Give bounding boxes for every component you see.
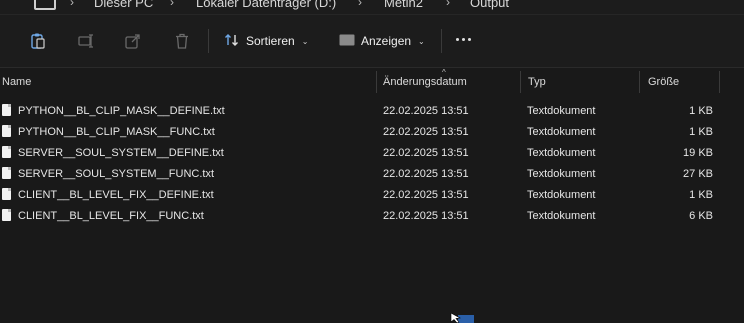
breadcrumb-item-folder[interactable]: Metin2 [384, 0, 423, 10]
chevron-down-icon: ⌄ [301, 36, 309, 46]
file-row[interactable]: CLIENT__BL_LEVEL_FIX__DEFINE.txt 22.02.2… [0, 185, 744, 206]
sort-icon [224, 33, 240, 50]
file-name: CLIENT__BL_LEVEL_FIX__FUNC.txt [18, 210, 204, 222]
file-type: Textdokument [527, 126, 596, 138]
file-date: 22.02.2025 13:51 [383, 105, 469, 117]
file-date: 22.02.2025 13:51 [383, 168, 469, 180]
command-bar: Sortieren ⌄ Anzeigen ⌄ [0, 15, 744, 68]
breadcrumb-item-pc[interactable]: Dieser PC [94, 0, 153, 10]
rename-icon[interactable] [77, 32, 95, 50]
file-size: 1 KB [689, 189, 713, 201]
file-date: 22.02.2025 13:51 [383, 126, 469, 138]
text-file-icon [2, 167, 11, 179]
text-file-icon [2, 104, 11, 116]
file-size: 19 KB [683, 147, 713, 159]
text-file-icon [2, 125, 11, 137]
delete-icon[interactable] [173, 32, 191, 50]
file-size: 6 KB [689, 210, 713, 222]
chevron-down-icon: ⌄ [418, 36, 425, 46]
share-icon[interactable] [124, 32, 142, 50]
mouse-cursor-icon [450, 313, 461, 323]
chevron-right-icon: › [170, 0, 174, 9]
toolbar-divider [441, 29, 442, 53]
file-size: 1 KB [689, 126, 713, 138]
column-divider[interactable] [719, 71, 720, 93]
column-header-type[interactable]: Typ [528, 76, 546, 88]
breadcrumb-item-drive[interactable]: Lokaler Datenträger (D:) [196, 0, 336, 10]
text-file-icon [2, 188, 11, 200]
text-file-icon [2, 146, 11, 158]
file-row[interactable]: CLIENT__BL_LEVEL_FIX__FUNC.txt 22.02.202… [0, 206, 744, 227]
file-type: Textdokument [527, 105, 596, 117]
file-type: Textdokument [527, 168, 596, 180]
computer-icon [34, 0, 56, 10]
file-type: Textdokument [527, 210, 596, 222]
file-row[interactable]: SERVER__SOUL_SYSTEM__FUNC.txt 22.02.2025… [0, 164, 744, 185]
sort-button[interactable]: Sortieren ⌄ [224, 30, 308, 52]
file-type: Textdokument [527, 189, 596, 201]
text-file-icon [2, 209, 11, 221]
sort-label: Sortieren [246, 34, 295, 48]
breadcrumb-item-output[interactable]: Output [470, 0, 509, 10]
chevron-right-icon: › [70, 0, 74, 9]
column-header-size[interactable]: Größe [648, 76, 679, 88]
file-size: 1 KB [689, 105, 713, 117]
file-type: Textdokument [527, 147, 596, 159]
paste-icon[interactable] [29, 32, 47, 50]
more-icon[interactable] [456, 38, 471, 41]
file-name: PYTHON__BL_CLIP_MASK__DEFINE.txt [18, 105, 225, 117]
column-header-name[interactable]: Name [2, 76, 31, 88]
column-divider[interactable] [520, 71, 521, 93]
file-row[interactable]: SERVER__SOUL_SYSTEM__DEFINE.txt 22.02.20… [0, 143, 744, 164]
address-bar[interactable]: › Dieser PC › Lokaler Datenträger (D:) ›… [0, 0, 744, 15]
column-header-row: ^ Name Änderungsdatum Typ Größe [0, 68, 744, 96]
file-name: SERVER__SOUL_SYSTEM__FUNC.txt [18, 168, 215, 180]
chevron-right-icon: › [446, 0, 450, 9]
column-divider[interactable] [639, 71, 640, 93]
column-header-date[interactable]: Änderungsdatum [383, 76, 467, 88]
toolbar-divider [208, 29, 209, 53]
view-icon [339, 33, 355, 50]
file-row[interactable]: PYTHON__BL_CLIP_MASK__DEFINE.txt 22.02.2… [0, 101, 744, 122]
chevron-right-icon: › [358, 0, 362, 9]
file-name: PYTHON__BL_CLIP_MASK__FUNC.txt [18, 126, 215, 138]
file-date: 22.02.2025 13:51 [383, 147, 469, 159]
file-name: CLIENT__BL_LEVEL_FIX__DEFINE.txt [18, 189, 214, 201]
file-name: SERVER__SOUL_SYSTEM__DEFINE.txt [18, 147, 224, 159]
view-button[interactable]: Anzeigen ⌄ [339, 30, 425, 52]
view-label: Anzeigen [361, 34, 412, 48]
column-divider[interactable] [376, 71, 377, 93]
file-size: 27 KB [683, 168, 713, 180]
file-date: 22.02.2025 13:51 [383, 210, 469, 222]
file-row[interactable]: PYTHON__BL_CLIP_MASK__FUNC.txt 22.02.202… [0, 122, 744, 143]
file-date: 22.02.2025 13:51 [383, 189, 469, 201]
